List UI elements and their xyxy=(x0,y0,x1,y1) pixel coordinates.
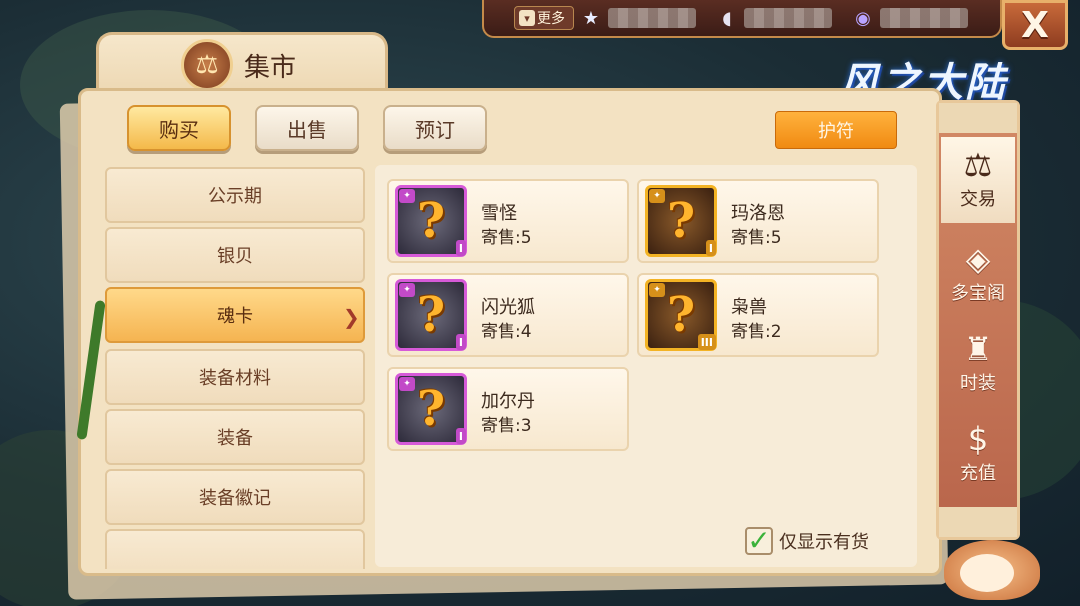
category-next-partial[interactable] xyxy=(105,529,365,569)
close-icon: X xyxy=(1021,4,1049,46)
more-label: 更多 xyxy=(537,11,565,27)
tier-badge: I xyxy=(455,428,466,444)
more-button[interactable]: ▾ 更多 xyxy=(514,6,574,30)
clothing-icon: ♜ xyxy=(963,330,993,368)
item-name: 玛洛恩 xyxy=(731,203,785,224)
amulet-filter-button[interactable]: 护符 xyxy=(775,111,897,149)
unknown-card-icon: ? ✦ I xyxy=(395,373,467,445)
item-name: 雪怪 xyxy=(481,203,517,224)
resource-bar: ▾ 更多 ★ ◖ ◉ xyxy=(482,0,1002,38)
item-consign-count: 寄售:2 xyxy=(731,322,782,342)
tab-sell[interactable]: 出售 xyxy=(255,105,359,151)
item-name: 闪光狐 xyxy=(481,297,535,318)
item-card[interactable]: ? ✦ I 加尔丹 寄售:3 xyxy=(387,367,629,451)
shell-icon: ◖ xyxy=(722,7,732,29)
category-public-period[interactable]: 公示期 xyxy=(105,167,365,223)
mascot-avatar[interactable] xyxy=(944,540,1040,600)
tier-badge: I xyxy=(705,240,716,256)
resource-value-hidden xyxy=(880,8,968,28)
page-title: 集市 xyxy=(244,53,297,83)
resource-shell: ◖ xyxy=(716,6,832,30)
unknown-card-icon: ? ✦ I xyxy=(395,279,467,351)
resource-star: ★ xyxy=(580,6,696,30)
side-nav-fashion[interactable]: ♜ 时装 xyxy=(941,321,1015,407)
item-name: 枭兽 xyxy=(731,297,767,318)
side-nav-trade[interactable]: ⚖ 交易 xyxy=(941,137,1015,223)
tab-buy[interactable]: 购买 xyxy=(127,105,231,151)
item-card[interactable]: ? ✦ I 雪怪 寄售:5 xyxy=(387,179,629,263)
item-card[interactable]: ? ✦ I 闪光狐 寄售:4 xyxy=(387,273,629,357)
scale-icon: ⚖ xyxy=(963,146,993,184)
mascot-face xyxy=(960,554,1014,592)
side-nav-ornament xyxy=(939,507,1017,537)
item-consign-count: 寄售:5 xyxy=(731,228,782,248)
market-scale-icon: ⚖ xyxy=(181,39,233,91)
category-list[interactable]: 公示期 银贝 魂卡 装备材料 装备 装备徽记 ﹀ xyxy=(103,165,367,569)
side-nav-label: 时装 xyxy=(960,373,996,394)
tier-badge: I xyxy=(455,334,466,350)
item-name: 加尔丹 xyxy=(481,391,535,412)
dollar-icon: $ xyxy=(967,420,989,458)
tier-badge: III xyxy=(697,334,716,350)
side-nav: ⚖ 交易 ◈ 多宝阁 ♜ 时装 $ 充值 xyxy=(936,100,1020,540)
side-nav-label: 充值 xyxy=(960,463,996,484)
unknown-card-icon: ? ✦ III xyxy=(645,279,717,351)
side-nav-ornament xyxy=(939,103,1017,133)
item-card[interactable]: ? ✦ III 枭兽 寄售:2 xyxy=(637,273,879,357)
resource-value-hidden xyxy=(744,8,832,28)
in-stock-label: 仅显示有货 xyxy=(779,532,869,553)
item-consign-count: 寄售:5 xyxy=(481,228,532,248)
in-stock-toggle[interactable]: ✓ 仅显示有货 xyxy=(745,527,869,555)
unknown-card-icon: ? ✦ I xyxy=(395,185,467,257)
side-nav-label: 多宝阁 xyxy=(951,283,1005,304)
market-panel: 购买 出售 预订 护符 公示期 银贝 魂卡 装备材料 装备 装备徽记 ﹀ ❯ ?… xyxy=(78,88,942,576)
category-soul-card[interactable]: 魂卡 xyxy=(105,287,365,343)
category-equipment-material[interactable]: 装备材料 xyxy=(105,349,365,405)
resource-value-hidden xyxy=(608,8,696,28)
star-icon: ★ xyxy=(582,7,600,29)
tab-order[interactable]: 预订 xyxy=(383,105,487,151)
crystal-icon: ◉ xyxy=(855,7,871,29)
category-equipment[interactable]: 装备 xyxy=(105,409,365,465)
unknown-card-icon: ? ✦ I xyxy=(645,185,717,257)
close-button[interactable]: X xyxy=(1002,0,1068,50)
side-nav-label: 交易 xyxy=(960,189,996,210)
treasure-icon: ◈ xyxy=(965,240,991,278)
side-nav-recharge[interactable]: $ 充值 xyxy=(941,411,1015,497)
item-grid: ? ✦ I 雪怪 寄售:5 ? ✦ I 玛洛恩 寄售:5 ? ✦ I 闪光狐 寄售:4 ? ✦… xyxy=(375,165,917,567)
tier-badge: I xyxy=(455,240,466,256)
side-nav-treasure[interactable]: ◈ 多宝阁 xyxy=(941,231,1015,317)
selected-arrow-icon: ❯ xyxy=(343,305,360,329)
resource-crystal: ◉ xyxy=(852,6,968,30)
category-silver-shell[interactable]: 银贝 xyxy=(105,227,365,283)
item-consign-count: 寄售:4 xyxy=(481,322,532,342)
chevron-down-icon: ▾ xyxy=(519,10,535,26)
checkmark-icon[interactable]: ✓ xyxy=(745,527,773,555)
category-equipment-emblem[interactable]: 装备徽记 xyxy=(105,469,365,525)
item-consign-count: 寄售:3 xyxy=(481,416,532,436)
item-card[interactable]: ? ✦ I 玛洛恩 寄售:5 xyxy=(637,179,879,263)
